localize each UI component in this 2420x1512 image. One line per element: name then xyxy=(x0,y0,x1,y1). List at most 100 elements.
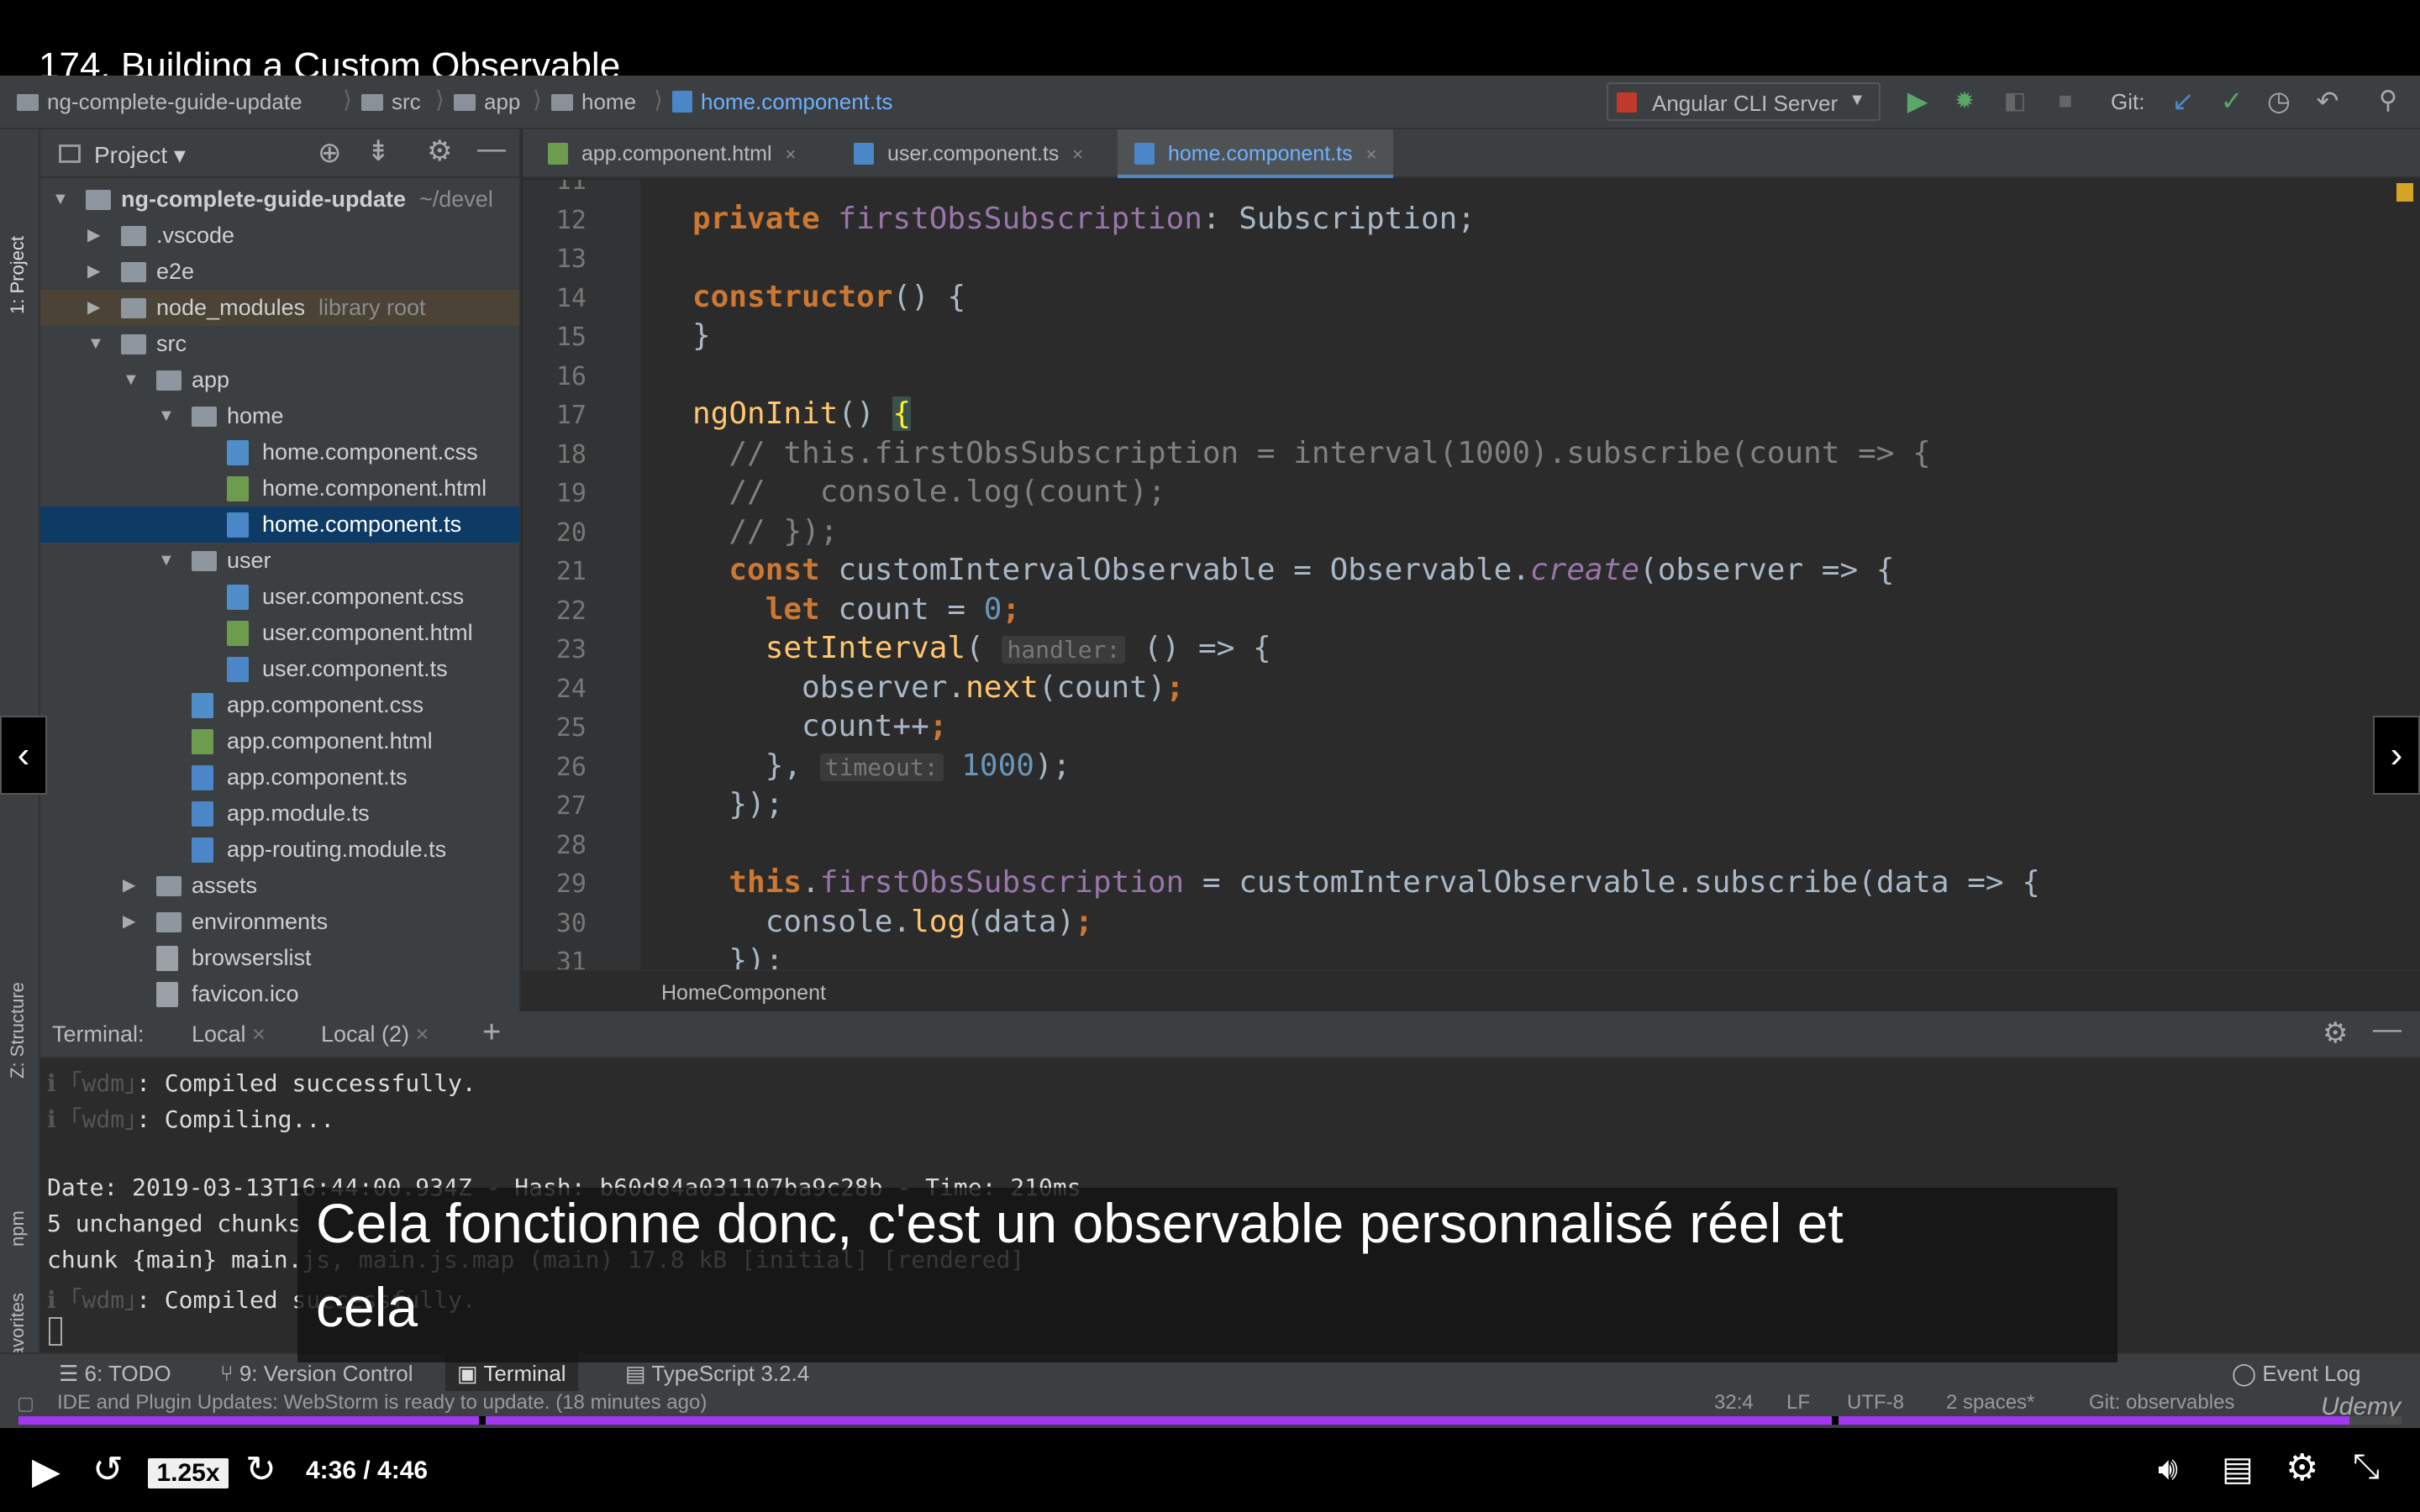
tree-item[interactable]: ▼ user xyxy=(40,543,519,579)
editor-tab[interactable]: app.component.html × xyxy=(531,129,813,178)
chevron-down-icon[interactable]: ▼ xyxy=(87,326,104,362)
tree-item[interactable]: home.component.html xyxy=(40,470,519,507)
chevron-down-icon[interactable]: ▼ xyxy=(158,543,175,579)
tree-item-label: app.component.css xyxy=(227,692,424,717)
previous-lecture-button[interactable]: ‹ xyxy=(0,716,47,795)
run-configuration-dropdown[interactable]: Angular CLI Server ▼ xyxy=(1607,82,1881,121)
version-control-tool-button[interactable]: ⑂ 9: Version Control xyxy=(220,1361,413,1387)
tree-item[interactable]: ▼ home xyxy=(40,398,519,434)
subtitle-caption: Cela fonctionne donc, c'est un observabl… xyxy=(297,1188,2118,1362)
settings-icon[interactable]: ⚙ xyxy=(2286,1446,2318,1489)
npm-tool-tab[interactable]: npm xyxy=(7,1210,29,1247)
tree-item[interactable]: app.component.ts xyxy=(40,759,519,795)
search-icon[interactable]: ⚲ xyxy=(2371,86,2405,116)
git-branch[interactable]: Git: observables xyxy=(2089,1391,2234,1415)
chevron-right-icon[interactable]: ▶ xyxy=(87,218,100,254)
project-tool-tab[interactable]: 1: Project xyxy=(7,236,29,314)
video-progress-bar[interactable] xyxy=(18,1416,2402,1425)
gear-icon[interactable]: ⚙ xyxy=(427,134,452,168)
terminal-tab-local-2[interactable]: Local (2) × xyxy=(321,1021,429,1047)
breadcrumb-project[interactable]: ng-complete-guide-update xyxy=(17,89,302,115)
cursor-position[interactable]: 32:4 xyxy=(1714,1391,1754,1415)
git-commit-icon[interactable]: ✓ xyxy=(2215,86,2249,116)
tree-item[interactable]: user.component.css xyxy=(40,579,519,615)
indent-setting[interactable]: 2 spaces* xyxy=(1946,1391,2034,1415)
playback-speed-button[interactable]: 1.25x xyxy=(148,1458,229,1488)
stop-icon[interactable]: ■ xyxy=(2049,86,2082,116)
chevron-right-icon[interactable]: ▶ xyxy=(87,290,100,326)
next-lecture-button[interactable]: › xyxy=(2373,716,2420,795)
status-message[interactable]: IDE and Plugin Updates: WebStorm is read… xyxy=(57,1391,707,1415)
tree-item[interactable]: browserslist xyxy=(40,940,519,976)
breadcrumb-src[interactable]: src xyxy=(361,89,421,115)
tree-item[interactable]: ▼ src xyxy=(40,326,519,362)
coverage-icon[interactable]: ◧ xyxy=(1998,86,2032,116)
git-update-icon[interactable]: ↙ xyxy=(2166,86,2200,116)
tree-item[interactable]: app.component.css xyxy=(40,687,519,723)
hide-panel-icon[interactable]: — xyxy=(2373,1013,2402,1046)
play-icon[interactable]: ▶ xyxy=(32,1450,60,1493)
volume-icon[interactable]: 🔊︎ xyxy=(2158,1452,2178,1488)
terminal-line: 5 unchanged chunks xyxy=(47,1210,302,1237)
breadcrumb-home[interactable]: home xyxy=(551,89,636,115)
file-encoding[interactable]: UTF-8 xyxy=(1847,1391,1904,1415)
close-icon[interactable]: × xyxy=(1366,144,1377,165)
captions-icon[interactable]: ▤ xyxy=(2222,1450,2254,1488)
project-view-selector[interactable]: Project ▾ xyxy=(94,141,186,169)
rewind-icon[interactable]: ↺ xyxy=(92,1448,124,1491)
tree-item[interactable]: app-routing.module.ts xyxy=(40,832,519,868)
history-icon[interactable]: ◷ xyxy=(2262,86,2296,116)
run-icon[interactable]: ▶ xyxy=(1901,86,1934,116)
warning-marker-icon[interactable] xyxy=(2396,183,2413,202)
code-editor[interactable]: 11 12 13 14 15 16 17 18 19 20 21 22 23 24 25 26 27 28 29 30… xyxy=(523,180,2420,969)
tree-item[interactable]: favicon.ico xyxy=(40,976,519,1011)
chevron-down-icon[interactable]: ▼ xyxy=(158,398,175,434)
debug-icon[interactable]: ✹ xyxy=(1948,86,1981,116)
chevron-down-icon[interactable]: ▼ xyxy=(52,181,69,218)
tree-item-label: node_modules xyxy=(156,295,306,320)
tree-item[interactable]: home.component.ts xyxy=(40,507,519,543)
tree-item[interactable]: user.component.ts xyxy=(40,651,519,687)
close-icon[interactable]: × xyxy=(252,1021,266,1047)
breadcrumb-file[interactable]: home.component.ts xyxy=(672,89,892,115)
tree-item[interactable]: ▶ .vscode xyxy=(40,218,519,254)
close-icon[interactable]: × xyxy=(1072,144,1083,165)
tree-item-label: app.module.ts xyxy=(227,801,370,826)
forward-icon[interactable]: ↻ xyxy=(245,1448,276,1491)
revert-icon[interactable]: ↶ xyxy=(2311,86,2344,116)
tree-item[interactable]: user.component.html xyxy=(40,615,519,651)
tree-item[interactable]: ▶ e2e xyxy=(40,254,519,290)
editor-breadcrumb[interactable]: HomeComponent xyxy=(661,981,826,1005)
gear-icon[interactable]: ⚙ xyxy=(2323,1016,2348,1050)
hide-panel-icon[interactable]: — xyxy=(477,133,506,165)
tree-item[interactable]: ▼ app xyxy=(40,362,519,398)
tree-item[interactable]: app.module.ts xyxy=(40,795,519,832)
tree-item[interactable]: app.component.html xyxy=(40,723,519,759)
exit-fullscreen-icon[interactable]: ⤡ xyxy=(2353,1448,2380,1486)
tree-item[interactable]: home.component.css xyxy=(40,434,519,470)
typescript-tool-button[interactable]: ▤ TypeScript 3.2.4 xyxy=(625,1361,809,1387)
editor-tab[interactable]: home.component.ts × xyxy=(1118,129,1394,178)
editor-tab[interactable]: user.component.ts × xyxy=(837,129,1100,178)
tree-item-label: browserslist xyxy=(192,945,312,970)
close-icon[interactable]: × xyxy=(416,1021,429,1047)
structure-tool-tab[interactable]: Z: Structure xyxy=(7,982,29,1079)
line-separator[interactable]: LF xyxy=(1786,1391,1810,1415)
breadcrumb-app[interactable]: app xyxy=(454,89,520,115)
tree-item[interactable]: ▶ assets xyxy=(40,868,519,904)
collapse-all-icon[interactable]: ⇟ xyxy=(366,134,391,168)
close-icon[interactable]: × xyxy=(786,144,797,165)
locate-file-icon[interactable]: ⊕ xyxy=(318,136,342,170)
tree-item[interactable]: ▶ node_modules library root xyxy=(40,290,519,326)
tree-item[interactable]: ▶ environments xyxy=(40,904,519,940)
status-bar-toggle-icon[interactable]: ▢ xyxy=(17,1393,34,1415)
new-terminal-icon[interactable]: + xyxy=(482,1015,501,1051)
tree-item[interactable]: ▼ ng-complete-guide-update ~/devel xyxy=(40,181,519,218)
chevron-down-icon[interactable]: ▼ xyxy=(123,362,139,398)
chevron-right-icon[interactable]: ▶ xyxy=(123,868,135,904)
terminal-tab-local[interactable]: Local × xyxy=(192,1021,266,1047)
chevron-right-icon[interactable]: ▶ xyxy=(87,254,100,290)
chevron-right-icon[interactable]: ▶ xyxy=(123,904,135,940)
todo-tool-button[interactable]: ☰ 6: TODO xyxy=(59,1361,171,1387)
event-log-button[interactable]: ◯ Event Log xyxy=(2232,1361,2360,1387)
